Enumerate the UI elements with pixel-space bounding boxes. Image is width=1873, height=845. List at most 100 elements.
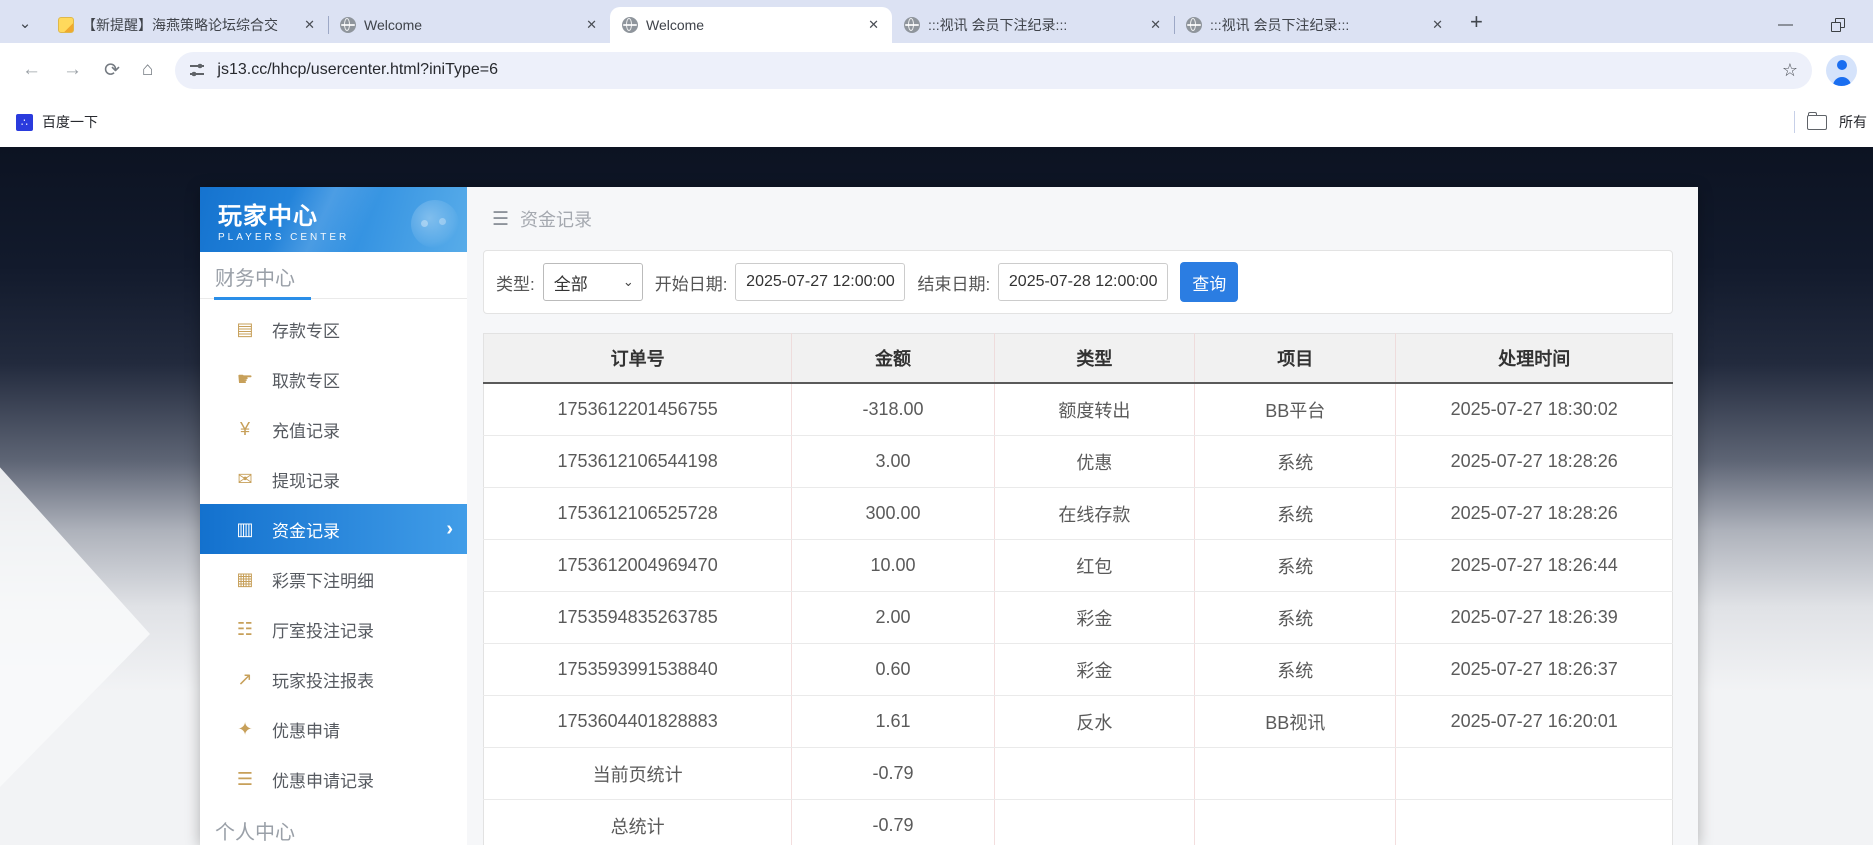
sidebar-item-lottery[interactable]: ▦ 彩票下注明细 › [200,554,467,604]
table-cell: 优惠 [994,435,1196,488]
table-cell [994,799,1196,845]
sidebar-item-label: 充值记录 [272,421,340,441]
column-header: 类型 [994,333,1196,384]
bookmark-baidu[interactable]: ∴ 百度一下 [16,112,98,132]
table-cell: 2025-07-27 18:30:02 [1395,383,1673,436]
filter-bar: 类型: 全部 ⌄ 开始日期: 结束日期: 查询 [483,250,1673,314]
table-cell: 总统计 [483,799,793,845]
table-cell: 0.60 [791,643,995,696]
table-row: 1753612004969470 10.00 红包 系统 2025-07-27 18:2… [483,539,1673,592]
address-bar[interactable]: js13.cc/hhcp/usercenter.html?iniType=6 ☆ [175,51,1812,89]
tab-search-button[interactable]: ⌄ [10,8,40,38]
globe-favicon [622,17,638,33]
column-header: 订单号 [483,333,793,384]
table-cell: 1753612004969470 [483,539,793,592]
browser-tab[interactable]: :::视讯 会员下注纪录::: ✕ [1174,7,1456,43]
table-cell [994,747,1196,800]
sidebar-item-cashout[interactable]: ✉ 提现记录 › [200,454,467,504]
table-cell: -318.00 [791,383,995,436]
table-cell: 红包 [994,539,1196,592]
section-title-label: 财务中心 [215,268,295,290]
tab-title: 【新提醒】海燕策略论坛综合交 [82,17,278,33]
table-cell: 当前页统计 [483,747,793,800]
bookmark-star-icon[interactable]: ☆ [1782,60,1798,81]
content-wrapper: 玩家中心 PLAYERS CENTER 财务中心 ▤ 存款专区 › ☛ 取款专区… [200,187,1698,845]
sidebar-item-withdraw[interactable]: ☛ 取款专区 › [200,354,467,404]
all-bookmarks-label[interactable]: 所有 [1839,112,1873,132]
gamepad-icon [411,200,459,248]
recharge-icon: ¥ [239,418,250,439]
table-cell: 彩金 [994,591,1196,644]
browser-tab[interactable]: 【新提醒】海燕策略论坛综合交 ✕ [46,7,328,43]
table-cell [1395,747,1673,800]
maximize-restore-button[interactable] [1831,17,1845,32]
sidebar-menu: ▤ 存款专区 › ☛ 取款专区 › ¥ 充值记录 › ✉ 提现记录 › ▥ 资金… [200,304,467,804]
sidebar-item-label: 玩家投注报表 [272,671,374,691]
url-text[interactable]: js13.cc/hhcp/usercenter.html?iniType=6 [217,61,498,79]
tab-close-icon[interactable]: ✕ [1145,15,1166,35]
funds-icon: ▥ [236,518,254,539]
chevron-down-icon: ⌄ [622,274,634,289]
table-cell: 在线存款 [994,487,1196,540]
sidebar-item-label: 存款专区 [272,321,340,341]
sidebar-item-promo[interactable]: ✦ 优惠申请 › [200,704,467,754]
tab-close-icon[interactable]: ✕ [299,15,320,35]
back-button[interactable]: ← [22,59,41,81]
tab-bar: ⌄ 【新提醒】海燕策略论坛综合交 ✕ Welcome ✕ Welcome ✕ :… [0,0,1873,43]
table-cell [1194,799,1397,845]
sidebar-item-recharge[interactable]: ¥ 充值记录 › [200,404,467,454]
type-select[interactable]: 全部 ⌄ [542,263,643,301]
table-cell: 系统 [1194,539,1397,592]
sidebar-item-promo-record[interactable]: ☰ 优惠申请记录 › [200,754,467,804]
search-button[interactable]: 查询 [1180,262,1239,302]
tab-close-icon[interactable]: ✕ [1427,15,1448,35]
profile-avatar[interactable] [1826,54,1857,86]
note-favicon [58,17,74,33]
section-finance-center: 财务中心 [200,252,467,300]
browser-tab[interactable]: :::视讯 会员下注纪录::: ✕ [892,7,1174,43]
tab-title: Welcome [646,17,705,33]
browser-toolbar: ← → ⟳ ⌂ js13.cc/hhcp/usercenter.html?ini… [0,43,1873,97]
page-title: 资金记录 [520,210,593,230]
sidebar-item-report[interactable]: ↗ 玩家投注报表 › [200,654,467,704]
deposit-icon: ▤ [236,318,254,339]
table-cell: 1753604401828883 [483,695,793,748]
table-row: 当前页统计 -0.79 [483,747,1673,800]
minimize-button[interactable]: — [1778,16,1793,33]
baidu-icon: ∴ [16,113,33,131]
site-info-icon[interactable] [189,62,206,78]
table-cell: 1753612201456755 [483,383,793,436]
table-cell: 2025-07-27 18:26:39 [1395,591,1673,644]
start-date-input[interactable] [735,263,906,301]
table-cell: 300.00 [791,487,995,540]
home-button[interactable]: ⌂ [142,59,153,81]
globe-favicon [1186,17,1202,33]
globe-favicon [904,17,920,33]
tab-title: :::视讯 会员下注纪录::: [928,17,1068,33]
table-cell: 2025-07-27 16:20:01 [1395,695,1673,748]
browser-tab[interactable]: Welcome ✕ [328,7,610,43]
sidebar-item-hall[interactable]: ☷ 厅室投注记录 › [200,604,467,654]
menu-icon[interactable]: ☰ [492,208,509,231]
forward-button[interactable]: → [63,59,82,81]
promo-icon: ✦ [237,718,253,739]
tab-close-icon[interactable]: ✕ [581,15,602,35]
end-date-input[interactable] [998,263,1169,301]
cashout-icon: ✉ [237,468,253,489]
table-cell: 额度转出 [994,383,1196,436]
start-date-label: 开始日期: [654,274,728,294]
tab-strip: 【新提醒】海燕策略论坛综合交 ✕ Welcome ✕ Welcome ✕ :::… [46,0,1456,43]
restore-icon [1831,17,1845,32]
table-cell: 2025-07-27 18:28:26 [1395,435,1673,488]
sidebar-item-funds[interactable]: ▥ 资金记录 › [200,504,467,554]
report-icon: ↗ [237,668,253,689]
window-controls: — [1778,16,1873,43]
tab-close-icon[interactable]: ✕ [863,15,884,35]
sidebar-item-label: 取款专区 [272,371,340,391]
sidebar-item-deposit[interactable]: ▤ 存款专区 › [200,304,467,354]
reload-button[interactable]: ⟳ [104,59,120,82]
sidebar-item-label: 资金记录 [272,521,340,541]
browser-tab[interactable]: Welcome ✕ [610,7,892,43]
table-cell: -0.79 [791,799,995,845]
new-tab-button[interactable]: + [1462,9,1491,35]
